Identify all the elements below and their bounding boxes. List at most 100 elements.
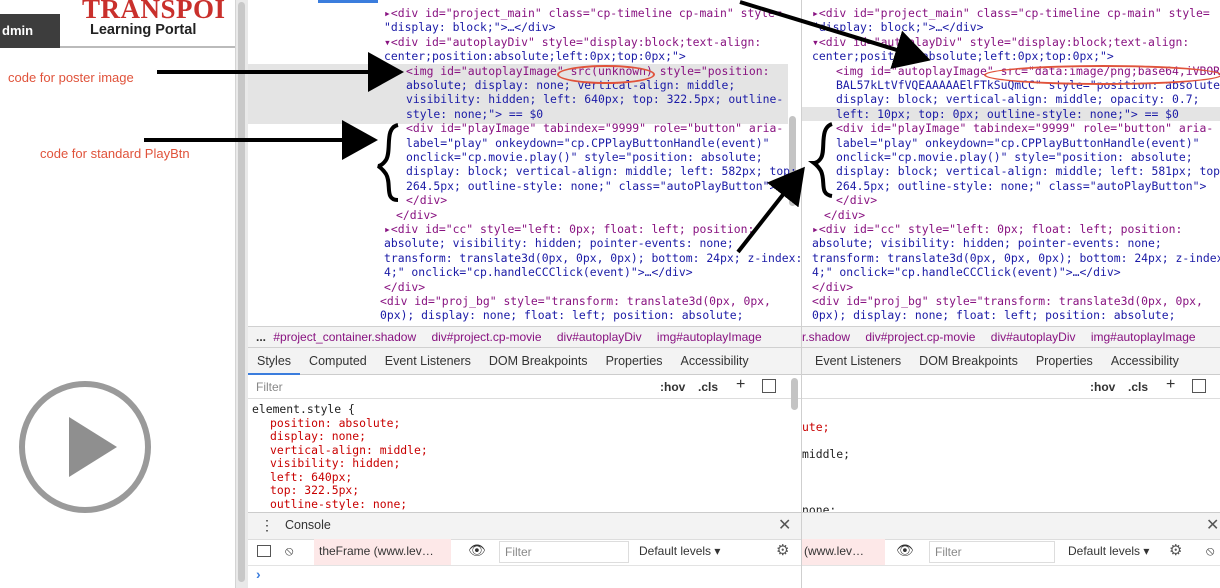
src-highlight-oval: [557, 65, 655, 84]
breadcrumb-ellipsis[interactable]: ...: [248, 330, 270, 344]
style-declaration[interactable]: outline-style: none;: [270, 497, 407, 511]
style-declaration[interactable]: top: 322.5px;: [270, 483, 359, 497]
breadcrumb-item[interactable]: #project_container.shadow: [273, 330, 428, 344]
dom-code-line[interactable]: ▸<div id="project_main" class="cp-timeli…: [812, 6, 1210, 20]
clear-console-icon[interactable]: ⦸: [285, 543, 293, 559]
cls-toggle[interactable]: .cls: [698, 380, 718, 394]
dom-code-line[interactable]: </div>: [406, 193, 447, 207]
tab-accessibility[interactable]: Accessibility: [672, 348, 758, 374]
clear-console-icon[interactable]: ⦸: [1206, 543, 1214, 559]
toggle-sidebar-icon[interactable]: [762, 379, 776, 393]
breadcrumb-item[interactable]: div#project.cp-movie: [431, 330, 553, 344]
dom-code-line[interactable]: <div id="proj_bg" style="transform: tran…: [380, 294, 771, 308]
dom-code-line[interactable]: </div>: [396, 208, 437, 222]
dom-code-line[interactable]: left: 10px; top: 0px; outline-style: non…: [836, 107, 1179, 121]
dom-code-line[interactable]: display: block; vertical-align: middle; …: [406, 164, 797, 178]
style-declaration[interactable]: display: none;: [270, 429, 366, 443]
dom-code-line[interactable]: display: block; vertical-align: middle; …: [836, 92, 1199, 106]
dom-code-line[interactable]: transform: translate3d(0px, 0px, 0px); b…: [384, 251, 801, 265]
dom-code-line[interactable]: transform: translate3d(0px, 0px, 0px); b…: [812, 251, 1220, 265]
dom-code-line[interactable]: 4;" onclick="cp.handleCCClick(event)">…<…: [812, 265, 1121, 279]
dom-code-line[interactable]: <div id="playImage" tabindex="9999" role…: [836, 121, 1213, 135]
dom-code-line[interactable]: 0px); display: none; float: left; positi…: [380, 308, 743, 322]
tab-event-listeners[interactable]: Event Listeners: [806, 348, 910, 374]
dom-code-line[interactable]: visibility: hidden; left: 640px; top: 32…: [406, 92, 783, 106]
dom-tree-scrollbar[interactable]: [789, 116, 796, 206]
dom-code-line[interactable]: "display: block;">…</div>: [384, 20, 555, 34]
dom-code-line[interactable]: center;position:absolute;left:0px;top:0p…: [384, 49, 686, 63]
style-declaration[interactable]: vertical-align: middle;: [270, 443, 428, 457]
style-selector[interactable]: element.style {: [252, 402, 355, 416]
console-prompt[interactable]: ›: [256, 566, 261, 582]
breadcrumb-item[interactable]: img#autoplayImage: [1091, 330, 1196, 344]
dom-code-line[interactable]: ▾<div id="autoplayDiv" style="display:bl…: [384, 35, 761, 49]
tab-dom-breakpoints[interactable]: DOM Breakpoints: [480, 348, 597, 374]
dom-code-line[interactable]: ▸<div id="cc" style="left: 0px; float: l…: [384, 222, 754, 236]
log-levels-dropdown[interactable]: Default levels ▾: [639, 544, 720, 558]
dom-code-line[interactable]: onclick="cp.movie.play()" style="positio…: [836, 150, 1193, 164]
dom-code-line[interactable]: <div id="proj_bg" style="transform: tran…: [812, 294, 1203, 308]
dom-code-line[interactable]: display: block; vertical-align: middle; …: [836, 164, 1220, 178]
dom-code-line[interactable]: absolute; visibility: hidden; pointer-ev…: [384, 236, 734, 250]
tab-event-listeners[interactable]: Event Listeners: [376, 348, 480, 374]
context-selector[interactable]: (www.lev…: [802, 539, 885, 565]
admin-tab[interactable]: dmin: [0, 14, 60, 48]
style-declaration[interactable]: visibility: hidden;: [270, 456, 400, 470]
console-filter-input[interactable]: Filter: [929, 541, 1055, 563]
dom-code-line[interactable]: ▾<div id="autoplayDiv" style="display:bl…: [812, 35, 1189, 49]
dom-code-line[interactable]: ▸<div id="cc" style="left: 0px; float: l…: [812, 222, 1182, 236]
console-tab[interactable]: Console: [285, 518, 331, 532]
toggle-sidebar-icon[interactable]: [1192, 379, 1206, 393]
tab-styles[interactable]: Styles: [248, 349, 301, 375]
dom-code-line[interactable]: </div>: [824, 208, 865, 222]
eye-icon[interactable]: 👁: [896, 542, 914, 559]
dom-code-line[interactable]: label="play" onkeydown="cp.CPPlayButtonH…: [836, 136, 1199, 150]
tab-properties[interactable]: Properties: [597, 348, 672, 374]
dom-code-line[interactable]: </div>: [812, 280, 853, 294]
breadcrumb-item[interactable]: div#autoplayDiv: [557, 330, 654, 344]
dom-code-line[interactable]: absolute; visibility: hidden; pointer-ev…: [812, 236, 1162, 250]
log-levels-dropdown[interactable]: Default levels ▾: [1068, 544, 1149, 558]
breadcrumb-item[interactable]: img#autoplayImage: [657, 330, 762, 344]
dom-code-line[interactable]: "display: block;">…</div>: [812, 20, 983, 34]
dom-code-line[interactable]: center;position:absolute;left:0px;top:0p…: [812, 49, 1114, 63]
dom-code-line[interactable]: 4;" onclick="cp.handleCCClick(event)">…<…: [384, 265, 693, 279]
close-drawer-icon[interactable]: ✕: [1206, 515, 1219, 535]
dom-code-line[interactable]: 264.5px; outline-style: none;" class="au…: [406, 179, 776, 193]
eye-icon[interactable]: 👁: [468, 542, 486, 559]
hov-toggle[interactable]: :hov: [1090, 380, 1115, 394]
style-declaration[interactable]: left: 640px;: [270, 470, 352, 484]
close-drawer-icon[interactable]: ✕: [778, 515, 791, 535]
context-selector[interactable]: theFrame (www.lev…: [314, 539, 451, 565]
breadcrumb-item[interactable]: div#autoplayDiv: [991, 330, 1088, 344]
hov-toggle[interactable]: :hov: [660, 380, 685, 394]
dom-code-line[interactable]: <div id="playImage" tabindex="9999" role…: [406, 121, 783, 135]
console-settings-icon[interactable]: ⚙: [1169, 541, 1182, 559]
styles-filter-input[interactable]: Filter: [256, 380, 283, 394]
dom-code-line[interactable]: </div>: [836, 193, 877, 207]
play-button[interactable]: [17, 379, 153, 515]
dom-code-line[interactable]: 264.5px; outline-style: none;" class="au…: [836, 179, 1206, 193]
dom-code-line[interactable]: </div>: [384, 280, 425, 294]
tab-dom-breakpoints[interactable]: DOM Breakpoints: [910, 348, 1027, 374]
console-settings-icon[interactable]: ⚙: [776, 541, 789, 559]
tab-computed[interactable]: Computed: [300, 348, 376, 374]
dom-code-line[interactable]: label="play" onkeydown="cp.CPPlayButtonH…: [406, 136, 769, 150]
add-rule-icon[interactable]: +: [736, 376, 745, 394]
styles-scrollbar[interactable]: [791, 378, 798, 410]
sidebar-toggle-icon[interactable]: [257, 545, 271, 557]
dom-code-line[interactable]: onclick="cp.movie.play()" style="positio…: [406, 150, 763, 164]
tab-properties[interactable]: Properties: [1027, 348, 1102, 374]
tab-accessibility[interactable]: Accessibility: [1102, 348, 1188, 374]
cls-toggle[interactable]: .cls: [1128, 380, 1148, 394]
page-scrollbar-thumb[interactable]: [238, 2, 245, 582]
drawer-menu-icon[interactable]: ⋮: [260, 517, 274, 534]
breadcrumb-item[interactable]: r.shadow: [802, 330, 862, 344]
console-filter-input[interactable]: Filter: [499, 541, 629, 563]
add-rule-icon[interactable]: +: [1166, 376, 1175, 394]
dom-code-line[interactable]: ▸<div id="project_main" class="cp-timeli…: [384, 6, 782, 20]
breadcrumb-item[interactable]: div#project.cp-movie: [865, 330, 987, 344]
dom-code-line[interactable]: style: none;"> == $0: [406, 107, 543, 121]
dom-code-line[interactable]: 0px); display: none; float: left; positi…: [812, 308, 1175, 322]
style-declaration[interactable]: position: absolute;: [270, 416, 400, 430]
